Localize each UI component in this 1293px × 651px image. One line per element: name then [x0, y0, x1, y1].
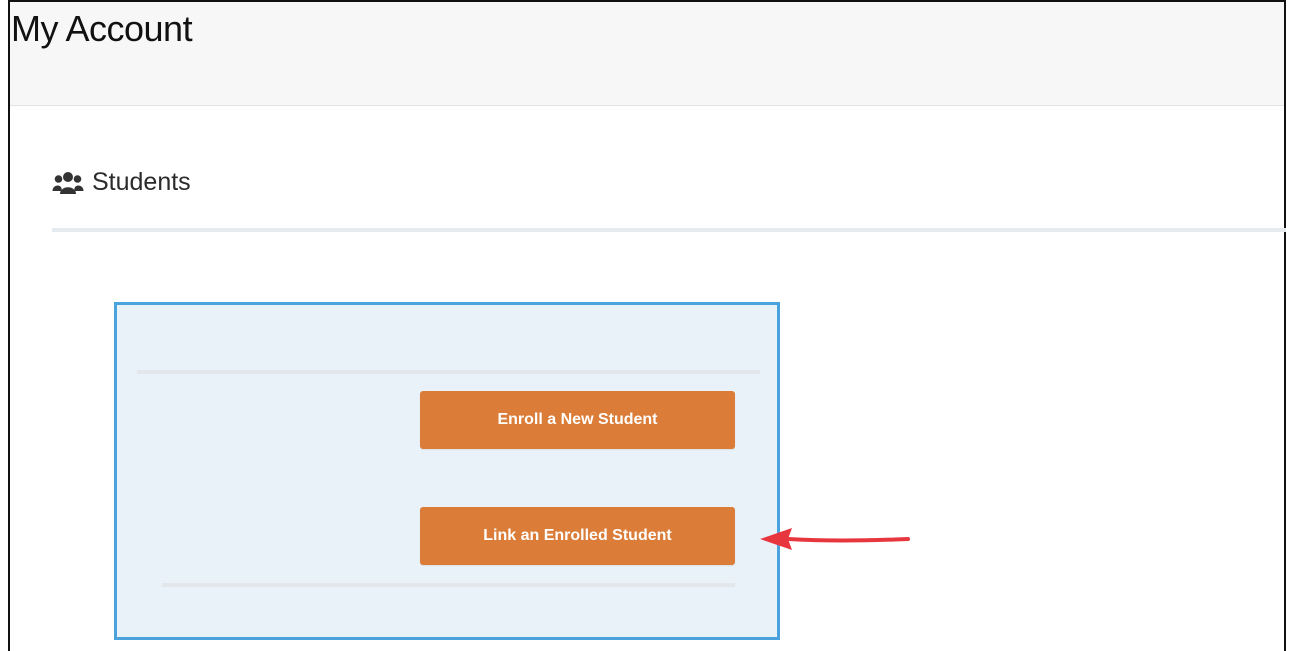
link-enrolled-student-button[interactable]: Link an Enrolled Student	[420, 507, 735, 565]
enroll-new-student-button[interactable]: Enroll a New Student	[420, 391, 735, 449]
section-title: Students	[92, 168, 191, 196]
students-section-heading: Students	[52, 168, 191, 197]
page-title: My Account	[11, 8, 193, 49]
page-header: My Account	[10, 2, 1284, 106]
student-actions-panel: Enroll a New Student Link an Enrolled St…	[114, 302, 780, 640]
panel-divider-top	[137, 370, 760, 374]
section-divider	[52, 228, 1286, 232]
users-icon	[52, 170, 84, 196]
page-frame: My Account Students Enroll a New Student…	[8, 0, 1286, 651]
panel-divider-bottom	[162, 583, 735, 587]
arrow-left-icon	[760, 528, 910, 550]
